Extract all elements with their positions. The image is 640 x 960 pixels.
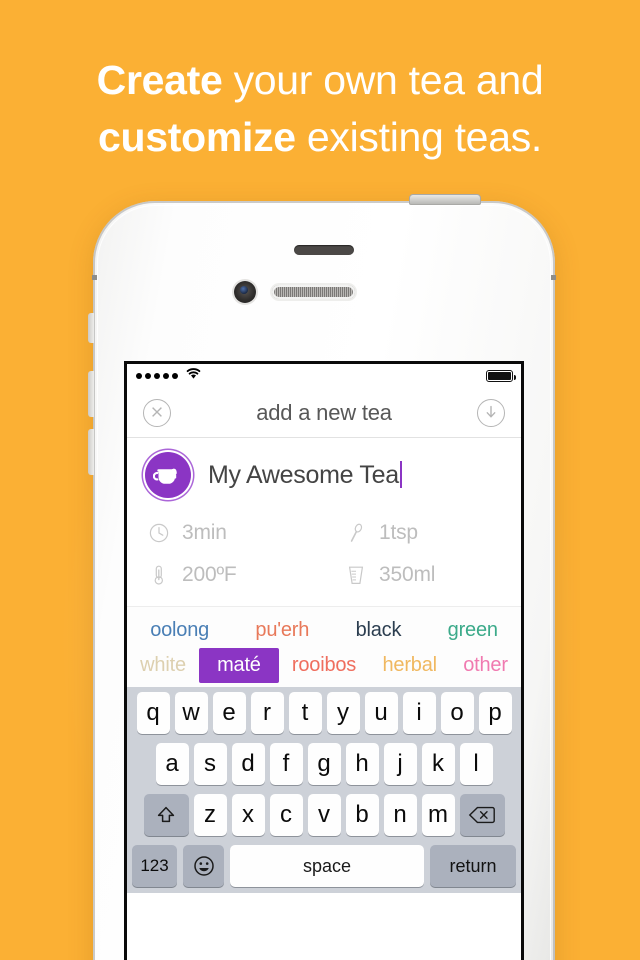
on-screen-keyboard: q w e r t y u i o p a s d f g h j k l z … <box>127 687 521 893</box>
key-n[interactable]: n <box>383 794 417 836</box>
key-v[interactable]: v <box>307 794 341 836</box>
tea-name-row[interactable]: My Awesome Tea <box>127 438 521 506</box>
volume-field[interactable]: 350ml <box>324 554 521 596</box>
space-key[interactable]: space <box>230 845 424 887</box>
page-title: add a new tea <box>256 399 392 425</box>
temperature-value: 200ºF <box>182 563 237 586</box>
keyboard-row-4: 123 space return <box>129 845 519 887</box>
emoji-smiley-icon[interactable] <box>183 845 224 887</box>
key-u[interactable]: u <box>364 692 398 734</box>
key-i[interactable]: i <box>402 692 436 734</box>
navigation-bar: add a new tea <box>127 388 521 438</box>
volume-down-button[interactable] <box>88 429 94 475</box>
shift-icon[interactable] <box>143 794 189 836</box>
key-b[interactable]: b <box>345 794 379 836</box>
headline-line-1: Create your own tea and <box>0 52 640 109</box>
volume-value: 350ml <box>379 563 436 586</box>
headline-rest-2: existing teas. <box>295 114 542 160</box>
temperature-field[interactable]: 200ºF <box>127 554 324 596</box>
tea-type-oolong[interactable]: oolong <box>127 613 232 648</box>
status-bar <box>127 364 521 388</box>
front-camera-icon <box>234 281 256 303</box>
tea-type-other[interactable]: other <box>450 648 521 683</box>
key-w[interactable]: w <box>174 692 208 734</box>
key-h[interactable]: h <box>345 743 379 785</box>
parameter-row-1: 3min 1tsp <box>127 512 521 554</box>
tea-type-rooibos[interactable]: rooibos <box>279 648 370 683</box>
tea-type-green[interactable]: green <box>424 613 521 648</box>
key-c[interactable]: c <box>269 794 303 836</box>
phone-mockup: add a new tea My Awesome Tea 3min 1tsp 2… <box>88 194 556 960</box>
battery-full-icon <box>486 370 516 382</box>
teacup-icon[interactable] <box>145 452 191 498</box>
key-q[interactable]: q <box>136 692 170 734</box>
tea-type-black[interactable]: black <box>332 613 424 648</box>
key-x[interactable]: x <box>231 794 265 836</box>
antenna-band-left <box>92 275 97 280</box>
keyboard-row-2: a s d f g h j k l <box>129 743 519 785</box>
wifi-icon <box>185 367 202 385</box>
spoon-icon <box>344 522 368 544</box>
promo-headline: Create your own tea and customize existi… <box>0 52 640 166</box>
mute-switch[interactable] <box>88 313 94 343</box>
numbers-key[interactable]: 123 <box>132 845 177 887</box>
tea-type-row-1: oolong pu'erh black green <box>127 613 521 648</box>
key-g[interactable]: g <box>307 743 341 785</box>
key-e[interactable]: e <box>212 692 246 734</box>
signal-strength-dots <box>136 373 178 379</box>
tea-type-puerh[interactable]: pu'erh <box>232 613 332 648</box>
return-key[interactable]: return <box>430 845 516 887</box>
key-a[interactable]: a <box>155 743 189 785</box>
key-p[interactable]: p <box>478 692 512 734</box>
keyboard-row-3: z x c v b n m <box>129 794 519 836</box>
steep-time-value: 3min <box>182 521 227 544</box>
earpiece-speaker <box>272 285 355 299</box>
tea-type-mate[interactable]: maté <box>199 648 279 683</box>
top-slot <box>294 245 354 255</box>
tea-type-row-2: white maté rooibos herbal other <box>127 648 521 683</box>
phone-screen: add a new tea My Awesome Tea 3min 1tsp 2… <box>124 361 524 960</box>
headline-bold-create: Create <box>96 57 223 103</box>
key-t[interactable]: t <box>288 692 322 734</box>
tea-type-herbal[interactable]: herbal <box>369 648 450 683</box>
tea-parameters: 3min 1tsp 200ºF 350ml <box>127 506 521 606</box>
volume-up-button[interactable] <box>88 371 94 417</box>
backspace-icon[interactable] <box>459 794 505 836</box>
amount-field[interactable]: 1tsp <box>324 512 521 554</box>
key-y[interactable]: y <box>326 692 360 734</box>
key-j[interactable]: j <box>383 743 417 785</box>
amount-value: 1tsp <box>379 521 418 544</box>
tea-type-selector: oolong pu'erh black green white maté roo… <box>127 606 521 687</box>
antenna-band-right <box>551 275 556 280</box>
thermometer-icon <box>147 564 171 586</box>
tea-name-input[interactable]: My Awesome Tea <box>208 460 403 490</box>
key-f[interactable]: f <box>269 743 303 785</box>
key-d[interactable]: d <box>231 743 265 785</box>
parameter-row-2: 200ºF 350ml <box>127 554 521 596</box>
key-l[interactable]: l <box>459 743 493 785</box>
sleep-wake-button[interactable] <box>409 194 481 205</box>
text-caret <box>399 460 403 488</box>
key-s[interactable]: s <box>193 743 227 785</box>
key-r[interactable]: r <box>250 692 284 734</box>
keyboard-row-1: q w e r t y u i o p <box>129 692 519 734</box>
tea-name-value: My Awesome Tea <box>208 460 399 489</box>
key-z[interactable]: z <box>193 794 227 836</box>
clock-icon <box>147 522 171 544</box>
headline-bold-customize: customize <box>98 114 296 160</box>
headline-rest-1: your own tea and <box>222 57 544 103</box>
download-circle-icon[interactable] <box>477 398 505 427</box>
tea-type-white[interactable]: white <box>127 648 199 683</box>
key-o[interactable]: o <box>440 692 474 734</box>
measuring-cup-icon <box>344 564 368 586</box>
headline-line-2: customize existing teas. <box>0 109 640 166</box>
key-k[interactable]: k <box>421 743 455 785</box>
close-circle-icon[interactable] <box>143 398 171 427</box>
steep-time-field[interactable]: 3min <box>127 512 324 554</box>
key-m[interactable]: m <box>421 794 455 836</box>
